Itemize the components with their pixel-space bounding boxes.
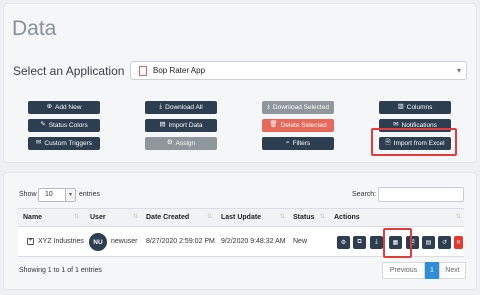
download-icon[interactable]: ⤓ [370, 236, 383, 249]
filters-button[interactable]: ⌕ Filters [262, 137, 334, 150]
custom-triggers-button[interactable]: ✉ Custom Triggers [28, 137, 100, 150]
download-all-button[interactable]: ⤓ Download All [145, 101, 217, 114]
avatar: NU [89, 233, 107, 251]
row-date-created: 8/27/2020 2:59:02 PM [146, 238, 215, 245]
previous-page-button[interactable]: Previous [382, 262, 425, 279]
page-1-button[interactable]: 1 [425, 262, 439, 279]
download-icon: ⤓ [267, 103, 270, 111]
chevron-down-icon: ▾ [456, 66, 461, 75]
select-app-label: Select an Application [13, 64, 125, 78]
download-selected-button[interactable]: ⤓ Download Selected [262, 101, 334, 114]
row-last-update: 9/2/2020 9:48:32 AM [221, 238, 286, 245]
add-new-button[interactable]: ⊕ Add New [28, 101, 100, 114]
search-input[interactable] [378, 187, 464, 202]
page-title: Data [12, 17, 57, 40]
next-page-button[interactable]: Next [439, 262, 466, 279]
sort-icon[interactable]: ⇅ [280, 213, 285, 220]
highlight-box-excel-action [383, 228, 412, 258]
close-icon[interactable]: ✕ [454, 236, 463, 249]
delete-selected-button[interactable]: 🗑 Delete Selected [262, 119, 334, 132]
status-colors-button[interactable]: ✎ Status Colors [28, 119, 100, 132]
trash-icon: 🗑 [269, 121, 278, 129]
calendar-icon[interactable]: ▤ [422, 236, 435, 249]
gear-icon[interactable]: ⚙ [337, 236, 350, 249]
page-size-select[interactable]: 10 ▾ [38, 188, 76, 202]
expand-icon[interactable]: + [27, 238, 34, 245]
sort-icon[interactable]: ⇅ [133, 213, 138, 220]
download-icon: ⤓ [159, 103, 163, 111]
column-header-date-created[interactable]: Date Created [146, 214, 189, 221]
application-select-value: Bop Rater App [153, 66, 206, 75]
app-icon [139, 65, 147, 76]
row-user: newuser [111, 238, 138, 245]
column-header-status[interactable]: Status [293, 214, 314, 221]
column-header-name[interactable]: Name [23, 214, 42, 221]
assign-button[interactable]: ⚙ Assign [145, 137, 217, 150]
copy-icon[interactable]: ⧉ [353, 236, 366, 249]
row-status: New [293, 238, 308, 245]
chevron-down-icon: ▾ [65, 189, 75, 201]
row-name: XYZ Industries [38, 238, 84, 245]
columns-icon: ▥ [397, 103, 404, 111]
column-header-user[interactable]: User [90, 214, 106, 221]
sort-icon[interactable]: ⇅ [74, 213, 79, 220]
page-size-value: 10 [45, 191, 53, 198]
sort-icon[interactable]: ⇅ [207, 213, 212, 220]
highlight-box-import-excel [371, 128, 457, 156]
search-label: Search: [352, 191, 377, 198]
column-header-last-update[interactable]: Last Update [221, 214, 261, 221]
brush-icon: ✎ [40, 121, 46, 129]
envelope-icon: ✉ [35, 139, 42, 147]
sort-icon[interactable]: ⇅ [456, 213, 461, 220]
import-data-button[interactable]: ▤ Import Data [145, 119, 217, 132]
gear-icon: ⚙ [166, 139, 173, 147]
show-label: Show [19, 191, 37, 198]
import-icon: ▤ [159, 121, 166, 129]
search-icon: ⌕ [285, 139, 290, 147]
sort-icon[interactable]: ⇅ [320, 213, 325, 220]
undo-icon[interactable]: ↺ [438, 236, 451, 249]
table-summary: Showing 1 to 1 of 1 entries [19, 267, 102, 274]
columns-button[interactable]: ▥ Columns [379, 101, 451, 114]
column-header-actions: Actions [334, 214, 360, 221]
entries-label: entries [79, 191, 101, 198]
plus-circle-icon: ⊕ [46, 103, 53, 111]
application-select[interactable]: Bop Rater App ▾ [130, 61, 467, 80]
